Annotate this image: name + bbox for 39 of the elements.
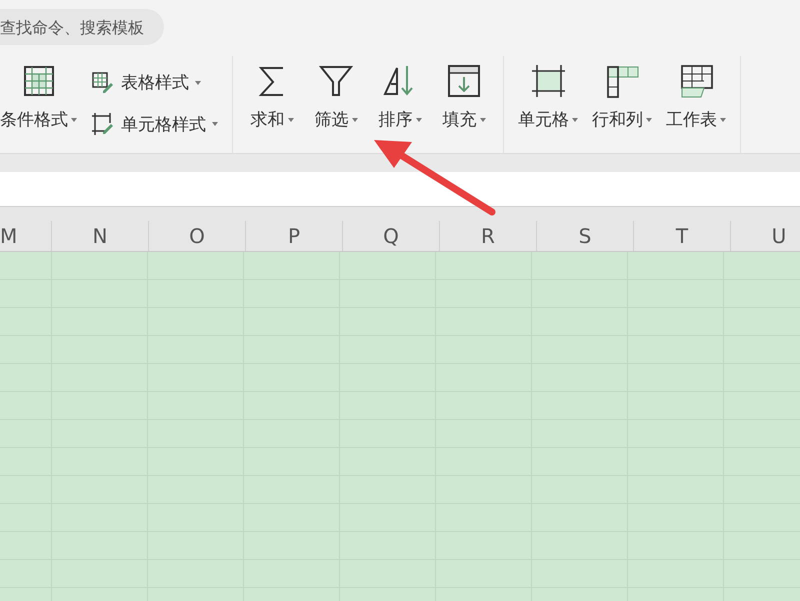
- column-header[interactable]: T: [634, 221, 731, 251]
- filter-icon: [319, 64, 353, 98]
- ribbon-button[interactable]: 单元格: [518, 56, 578, 153]
- cell-crop-icon: [531, 64, 565, 98]
- column-header[interactable]: O: [149, 221, 246, 251]
- rows-columns-icon: [605, 64, 639, 98]
- formula-bar[interactable]: [0, 172, 800, 207]
- caret-icon: [71, 118, 77, 122]
- column-header[interactable]: R: [440, 221, 537, 251]
- column-header[interactable]: U: [731, 221, 800, 251]
- caret-icon: [288, 118, 294, 122]
- ribbon-button[interactable]: 行和列: [592, 56, 652, 153]
- column-header[interactable]: Q: [343, 221, 440, 251]
- caret-icon: [720, 118, 726, 122]
- ribbon-button[interactable]: 表格样式: [91, 70, 218, 95]
- caret-icon: [352, 118, 358, 122]
- table-format-icon: [22, 64, 56, 98]
- ribbon-button[interactable]: 求和: [247, 56, 297, 153]
- caret-icon: [646, 118, 652, 122]
- fill-down-icon: [447, 64, 481, 98]
- grid-pen-icon: [91, 70, 115, 95]
- column-header[interactable]: M: [0, 221, 52, 251]
- column-header[interactable]: P: [246, 221, 343, 251]
- ribbon-button[interactable]: 工作表: [666, 56, 726, 153]
- ribbon-button[interactable]: 排序: [375, 56, 425, 153]
- caret-icon: [212, 122, 218, 126]
- ribbon-button[interactable]: 填充: [439, 56, 489, 153]
- ribbon-button[interactable]: 筛选: [311, 56, 361, 153]
- column-header[interactable]: S: [537, 221, 634, 251]
- caret-icon: [416, 118, 422, 122]
- column-header[interactable]: N: [52, 221, 149, 251]
- caret-icon: [195, 80, 201, 85]
- ribbon-button[interactable]: 单元格样式: [91, 112, 218, 136]
- caret-icon: [480, 118, 486, 122]
- search-field[interactable]: 查找命令、搜索模板: [0, 9, 164, 45]
- cell-pen-icon: [91, 112, 115, 136]
- worksheet-icon: [679, 64, 713, 98]
- ribbon-button[interactable]: 条件格式: [0, 56, 77, 153]
- caret-icon: [572, 118, 578, 122]
